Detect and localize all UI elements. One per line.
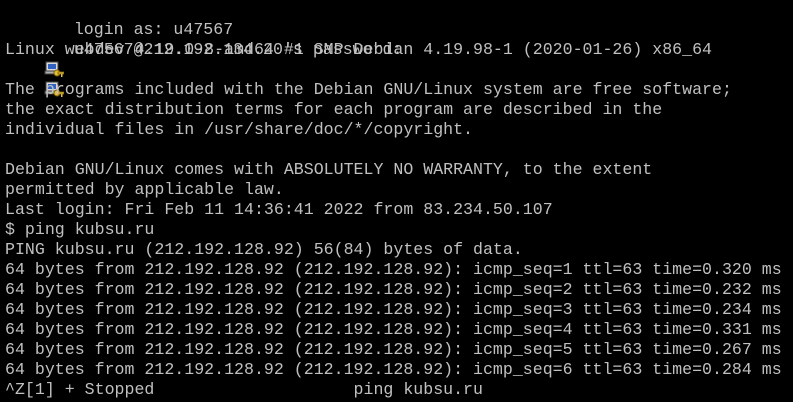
terminal-line-stopped: ^Z[1] + Stopped ping kubsu.ru (5, 380, 483, 399)
terminal-window[interactable]: login as: u47567 u47567@212.192.134.20's… (0, 0, 793, 402)
terminal-line: individual files in /usr/share/doc/*/cop… (5, 120, 474, 139)
terminal-line: 64 bytes from 212.192.128.92 (212.192.12… (5, 260, 782, 279)
terminal-line: 64 bytes from 212.192.128.92 (212.192.12… (5, 300, 782, 319)
terminal-line: permitted by applicable law. (5, 180, 284, 199)
terminal-line: 64 bytes from 212.192.128.92 (212.192.12… (5, 340, 782, 359)
terminal-line: The programs included with the Debian GN… (5, 80, 732, 99)
terminal-line: 64 bytes from 212.192.128.92 (212.192.12… (5, 360, 782, 379)
terminal-line-password: u47567@212.192.134.20's password: (0, 20, 793, 97)
terminal-line: Linux webdev 4.19.0-8-amd64 #1 SMP Debia… (5, 40, 713, 59)
terminal-line: 64 bytes from 212.192.128.92 (212.192.12… (5, 280, 782, 299)
terminal-line: Debian GNU/Linux comes with ABSOLUTELY N… (5, 160, 653, 179)
terminal-line: the exact distribution terms for each pr… (5, 100, 663, 119)
terminal-line-login: login as: u47567 (0, 0, 793, 77)
terminal-line-command: $ ping kubsu.ru (5, 220, 155, 239)
terminal-line: PING kubsu.ru (212.192.128.92) 56(84) by… (5, 240, 523, 259)
terminal-line: 64 bytes from 212.192.128.92 (212.192.12… (5, 320, 782, 339)
terminal-line: Last login: Fri Feb 11 14:36:41 2022 fro… (5, 200, 553, 219)
